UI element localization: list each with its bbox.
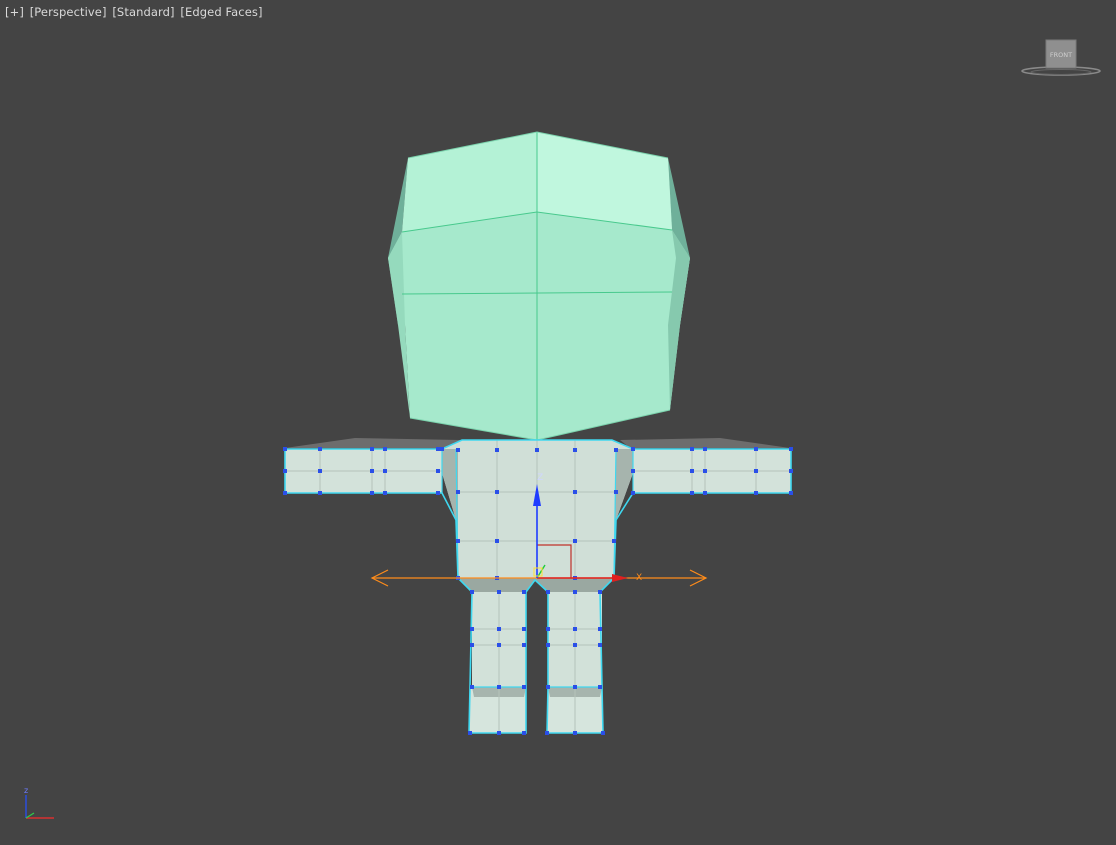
character-body-mesh[interactable] [283, 439, 793, 735]
axis-triad-icon: z [24, 786, 54, 819]
scene-canvas[interactable]: X Z [0, 0, 1116, 845]
triad-z-label: z [24, 786, 28, 795]
character-head-mesh[interactable] [388, 131, 690, 441]
viewport-perspective[interactable]: [+] [Perspective] [Standard] [Edged Face… [0, 0, 1116, 845]
viewcube-front-label: FRONT [1050, 51, 1072, 59]
viewcube-icon[interactable]: FRONT [1020, 38, 1102, 80]
gizmo-x-label: X [636, 573, 642, 583]
gizmo-z-label: Z [537, 473, 543, 483]
